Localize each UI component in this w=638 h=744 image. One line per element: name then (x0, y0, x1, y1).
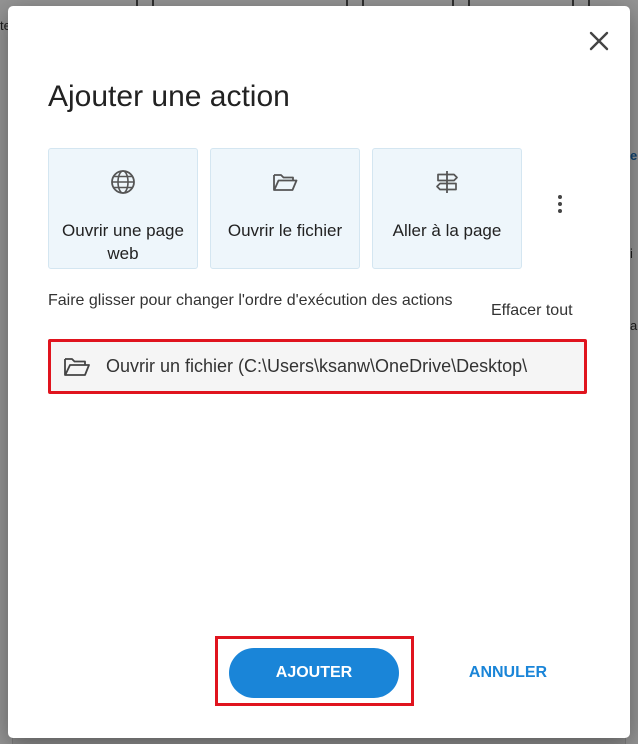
action-list-item[interactable]: Ouvrir un fichier (C:\Users\ksanw\OneDri… (48, 339, 587, 394)
add-action-dialog: Ajouter une action Ouvrir une page web O… (8, 6, 630, 738)
clear-all-button[interactable]: Effacer tout (491, 302, 573, 320)
folder-open-icon (64, 358, 90, 376)
folder-open-icon (273, 174, 298, 191)
reorder-instructions: Faire glisser pour changer l'ordre d'exé… (48, 292, 453, 309)
cancel-button[interactable]: ANNULER (448, 648, 568, 698)
globe-icon (111, 170, 135, 194)
action-label: Ouvrir un fichier (C:\Users\ksanw\OneDri… (106, 356, 528, 376)
tile-label: Ouvrir une page web (62, 221, 184, 263)
dialog-title: Ajouter une action (48, 80, 290, 113)
tile-label: Ouvrir le fichier (227, 221, 343, 240)
more-vertical-icon (558, 195, 562, 213)
tile-open-web-page[interactable]: Ouvrir une page web (48, 148, 198, 269)
tile-open-file[interactable]: Ouvrir le fichier (210, 148, 360, 269)
add-button[interactable]: AJOUTER (229, 648, 399, 698)
signpost-icon (436, 171, 458, 193)
close-icon (589, 31, 609, 51)
tile-go-to-page[interactable]: Aller à la page (372, 148, 522, 269)
more-options-button[interactable] (546, 190, 574, 218)
tile-label: Aller à la page (392, 221, 502, 240)
close-button[interactable] (586, 28, 612, 54)
